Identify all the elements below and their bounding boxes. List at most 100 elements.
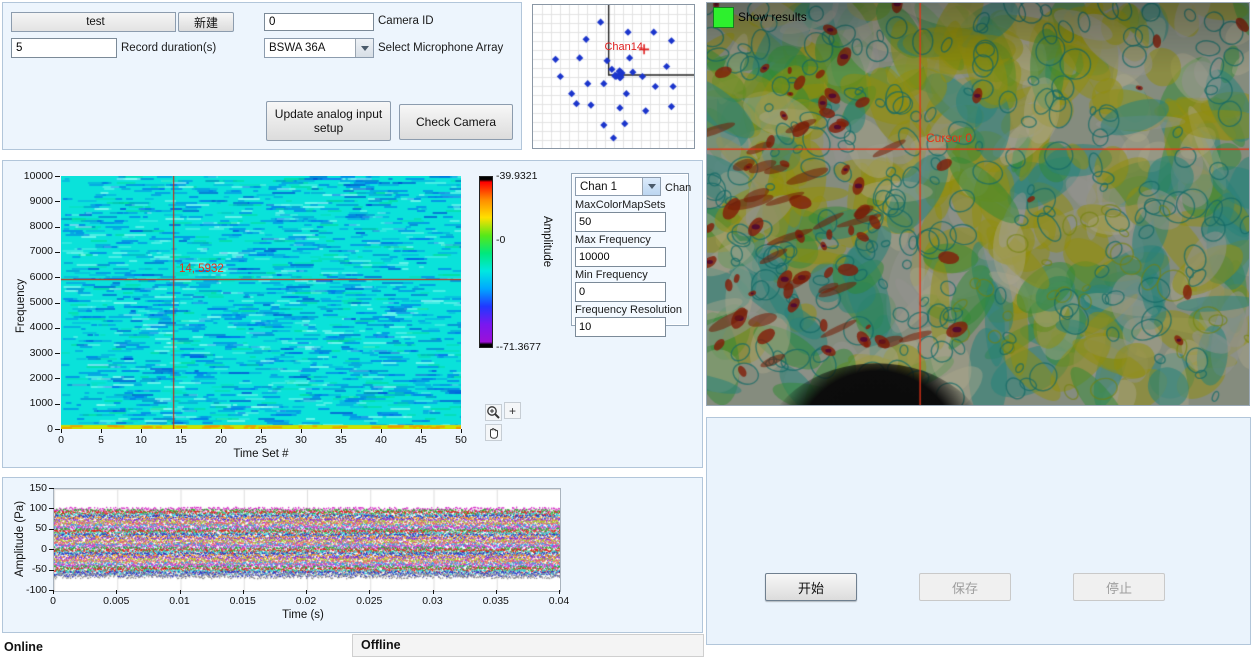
microphone-array-value: BSWA 36A bbox=[265, 42, 355, 54]
camera-view-panel: Show results Cursor 0 bbox=[706, 2, 1250, 406]
spectrogram-panel: 14, 5932 Frequency Time Set # -39.9321 -… bbox=[2, 160, 703, 468]
microphone-array-select[interactable]: BSWA 36A bbox=[264, 38, 374, 58]
max-frequency-input[interactable] bbox=[575, 247, 666, 267]
waveform-panel: Amplitude (Pa) Time (s) -100-50050100150… bbox=[2, 477, 703, 633]
y-tick-mark bbox=[55, 277, 60, 278]
y-tick-label: 7000 bbox=[7, 245, 53, 257]
session-name-combo[interactable]: test bbox=[11, 12, 176, 32]
y-tick-label: -100 bbox=[5, 584, 47, 596]
x-tick-label: 0 bbox=[31, 595, 75, 607]
show-results-label: Show results bbox=[738, 10, 807, 24]
x-tick-mark bbox=[341, 429, 342, 433]
x-tick-label: 0.015 bbox=[221, 595, 265, 607]
y-tick-label: 6000 bbox=[7, 271, 53, 283]
max-colormap-label: MaxColorMapSets bbox=[575, 199, 685, 211]
x-tick-mark bbox=[53, 590, 54, 594]
y-tick-mark bbox=[55, 201, 60, 202]
config-panel: test 新建 Camera ID Record duration(s) BSW… bbox=[2, 2, 522, 150]
x-tick-label: 50 bbox=[446, 434, 476, 446]
x-tick-label: 0.035 bbox=[474, 595, 518, 607]
x-tick-mark bbox=[306, 590, 307, 594]
min-frequency-label: Min Frequency bbox=[575, 269, 685, 281]
x-tick-mark bbox=[559, 590, 560, 594]
y-tick-label: 4000 bbox=[7, 321, 53, 333]
x-tick-mark bbox=[116, 590, 117, 594]
y-tick-label: 100 bbox=[5, 502, 47, 514]
x-tick-mark bbox=[141, 429, 142, 433]
check-camera-button[interactable]: Check Camera bbox=[399, 104, 513, 140]
x-tick-label: 45 bbox=[406, 434, 436, 446]
y-tick-mark bbox=[49, 508, 54, 509]
mic-cursor-label: Chan14 bbox=[595, 41, 643, 53]
y-tick-label: 10000 bbox=[7, 170, 53, 182]
x-tick-label: 30 bbox=[286, 434, 316, 446]
max-frequency-label: Max Frequency bbox=[575, 234, 685, 246]
colorbar-zero-label: -0 bbox=[496, 234, 505, 246]
show-results-toggle[interactable] bbox=[713, 7, 734, 28]
frequency-resolution-label: Frequency Resolution bbox=[575, 304, 685, 316]
stop-button[interactable]: 停止 bbox=[1073, 573, 1165, 601]
channel-label: Chan bbox=[665, 182, 691, 194]
start-button[interactable]: 开始 bbox=[765, 573, 857, 601]
x-tick-label: 0 bbox=[46, 434, 76, 446]
update-analog-input-button[interactable]: Update analog input setup bbox=[266, 101, 391, 141]
y-tick-label: 9000 bbox=[7, 195, 53, 207]
max-colormap-input[interactable] bbox=[575, 212, 666, 232]
x-tick-mark bbox=[61, 429, 62, 433]
x-tick-mark bbox=[421, 429, 422, 433]
spectrogram-plot[interactable] bbox=[61, 176, 461, 429]
y-tick-label: 50 bbox=[5, 522, 47, 534]
mic-array-canvas[interactable] bbox=[533, 5, 694, 148]
y-tick-mark bbox=[55, 404, 60, 405]
y-tick-label: 0 bbox=[7, 423, 53, 435]
waveform-plot[interactable] bbox=[53, 488, 561, 592]
new-session-button[interactable]: 新建 bbox=[178, 12, 234, 32]
pan-tool-icon[interactable] bbox=[485, 424, 502, 441]
x-tick-label: 0.005 bbox=[94, 595, 138, 607]
channel-select[interactable]: Chan 1 bbox=[575, 177, 661, 196]
camera-cursor-label: Cursor 0 bbox=[926, 131, 972, 145]
time-axis-label: Time (s) bbox=[243, 609, 363, 621]
y-tick-mark bbox=[49, 488, 54, 489]
zoom-tool-icon[interactable] bbox=[485, 404, 502, 421]
session-name-value: test bbox=[12, 16, 175, 28]
y-tick-label: 2000 bbox=[7, 372, 53, 384]
frequency-resolution-input[interactable] bbox=[575, 317, 666, 337]
offline-status: Offline bbox=[361, 638, 401, 652]
display-settings-panel: Chan 1 Chan MaxColorMapSets Max Frequenc… bbox=[571, 173, 689, 326]
y-tick-mark bbox=[49, 549, 54, 550]
y-tick-label: 5000 bbox=[7, 296, 53, 308]
actions-panel: 开始 保存 停止 bbox=[706, 417, 1251, 645]
x-tick-mark bbox=[243, 590, 244, 594]
amplitude-colorbar[interactable] bbox=[479, 176, 493, 348]
y-tick-mark bbox=[55, 378, 60, 379]
x-tick-mark bbox=[180, 590, 181, 594]
mic-array-plot[interactable]: Chan14 bbox=[532, 4, 695, 149]
x-tick-label: 25 bbox=[246, 434, 276, 446]
x-tick-mark bbox=[461, 429, 462, 433]
save-button[interactable]: 保存 bbox=[919, 573, 1011, 601]
record-duration-input[interactable] bbox=[11, 38, 117, 58]
x-tick-mark bbox=[101, 429, 102, 433]
time-set-axis-label: Time Set # bbox=[199, 448, 323, 460]
x-tick-label: 20 bbox=[206, 434, 236, 446]
y-tick-label: 8000 bbox=[7, 220, 53, 232]
x-tick-label: 5 bbox=[86, 434, 116, 446]
crosshair-tool-icon[interactable]: + bbox=[504, 402, 521, 419]
camera-id-input[interactable] bbox=[264, 13, 374, 31]
y-tick-mark bbox=[55, 303, 60, 304]
x-tick-label: 0.04 bbox=[537, 595, 581, 607]
x-tick-label: 10 bbox=[126, 434, 156, 446]
x-tick-mark bbox=[433, 590, 434, 594]
acoustic-camera-image[interactable] bbox=[707, 3, 1249, 405]
chevron-down-icon bbox=[642, 178, 660, 195]
min-frequency-input[interactable] bbox=[575, 282, 666, 302]
chevron-down-icon bbox=[355, 39, 373, 57]
y-tick-mark bbox=[55, 353, 60, 354]
x-tick-label: 40 bbox=[366, 434, 396, 446]
y-tick-label: 0 bbox=[5, 543, 47, 555]
x-tick-mark bbox=[261, 429, 262, 433]
y-tick-mark bbox=[55, 176, 60, 177]
y-tick-mark bbox=[55, 429, 60, 430]
channel-value: Chan 1 bbox=[576, 181, 642, 193]
